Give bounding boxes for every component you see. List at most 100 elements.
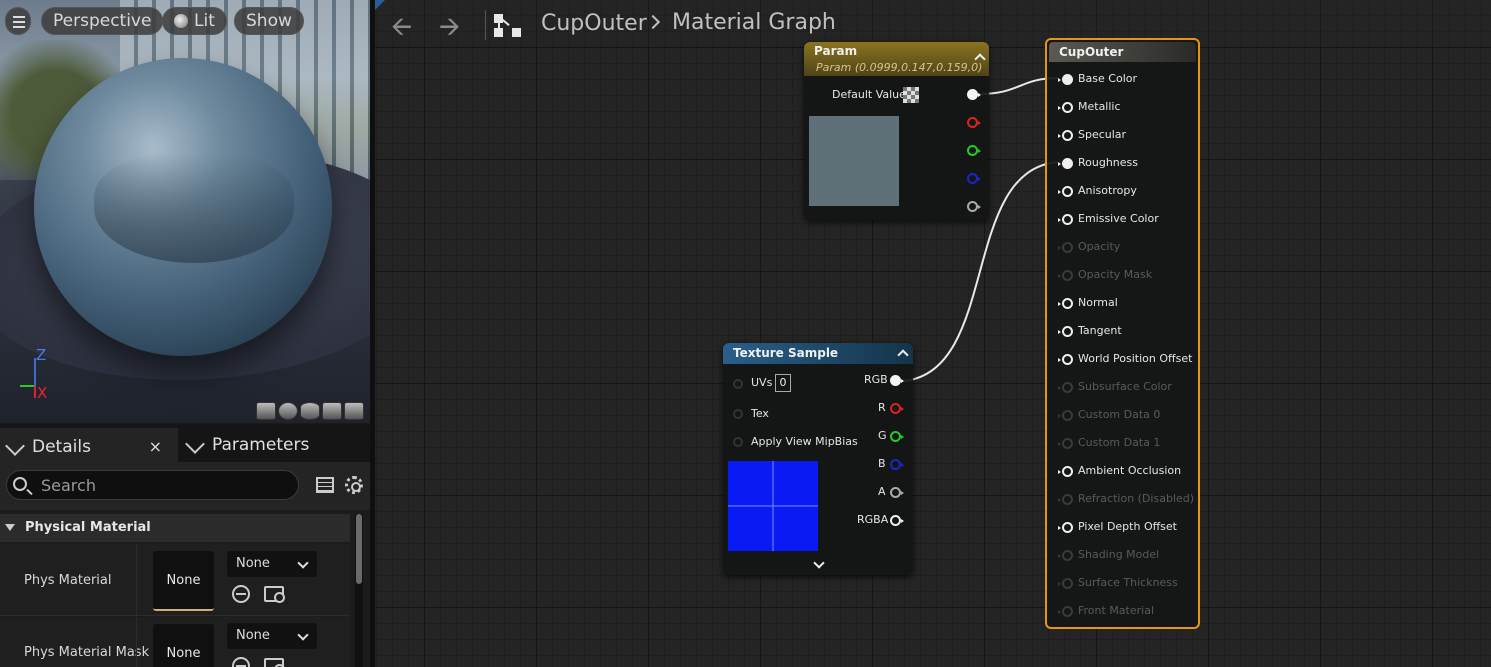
panel-tabbar: Details × Parameters xyxy=(0,424,370,462)
output-label-rgba: RGBA xyxy=(857,513,889,526)
input-pin-label: Refraction (Disabled) xyxy=(1078,492,1195,505)
output-pin-a[interactable] xyxy=(967,201,981,212)
breadcrumb-graph: Material Graph xyxy=(672,10,836,35)
preview-viewport[interactable]: Perspective Lit Show Z X xyxy=(0,0,370,423)
input-label-uvs: UVs xyxy=(751,376,773,389)
lit-button-label: Lit xyxy=(194,11,215,31)
pencil-icon xyxy=(185,434,205,454)
output-pin-r[interactable] xyxy=(967,117,981,128)
show-button[interactable]: Show xyxy=(234,7,304,35)
perspective-button[interactable]: Perspective xyxy=(41,7,164,35)
param-color-preview xyxy=(809,116,899,206)
output-pin-g[interactable] xyxy=(890,431,904,442)
input-pin-label: Shading Model xyxy=(1078,548,1160,561)
param-node-header[interactable]: Param Param (0.0999,0.147,0.159,0) xyxy=(804,42,989,76)
texture-sample-header[interactable]: Texture Sample xyxy=(723,343,913,364)
input-pin[interactable] xyxy=(1058,74,1073,85)
asset-picker-combo[interactable]: None xyxy=(227,551,317,577)
output-pin-b[interactable] xyxy=(890,459,904,470)
input-pin[interactable] xyxy=(1058,242,1073,253)
asset-thumbnail[interactable]: None xyxy=(153,551,214,611)
combo-value: None xyxy=(236,556,270,571)
output-label-g: G xyxy=(878,429,887,442)
input-pin[interactable] xyxy=(1058,382,1073,393)
close-icon[interactable]: × xyxy=(149,430,162,464)
column-divider[interactable] xyxy=(136,544,137,615)
collapse-arrow-icon xyxy=(5,524,15,531)
uvs-index-field[interactable]: 0 xyxy=(775,374,791,392)
collapse-icon[interactable] xyxy=(897,349,909,361)
cupouter-header[interactable]: CupOuter xyxy=(1049,42,1196,62)
asset-thumbnail[interactable]: None xyxy=(153,624,214,667)
param-node-title: Param xyxy=(814,44,858,58)
input-pin[interactable] xyxy=(1058,606,1073,617)
lit-button[interactable]: Lit xyxy=(162,7,227,35)
browse-asset-icon[interactable] xyxy=(264,658,285,667)
cupouter-title: CupOuter xyxy=(1059,45,1124,59)
output-pin-a[interactable] xyxy=(890,487,904,498)
input-pin[interactable] xyxy=(1058,550,1073,561)
gear-icon[interactable] xyxy=(345,476,363,494)
input-pin-tex[interactable] xyxy=(733,409,743,419)
input-pin-label: Emissive Color xyxy=(1078,212,1159,225)
input-pin[interactable] xyxy=(1058,494,1073,505)
search-input[interactable] xyxy=(41,474,291,496)
cupouter-result-node[interactable]: CupOuter Base Color Metallic Specular Rough… xyxy=(1045,38,1200,629)
expand-chevron-icon[interactable] xyxy=(813,557,825,569)
scrollbar-thumb[interactable] xyxy=(356,514,362,584)
input-pin-uvs[interactable] xyxy=(733,379,743,389)
material-graph-icon xyxy=(494,14,524,38)
input-pin[interactable] xyxy=(1058,186,1073,197)
tab-details[interactable]: Details × xyxy=(0,428,178,462)
output-pin-rgba[interactable] xyxy=(890,515,904,526)
output-pin-rgb[interactable] xyxy=(890,375,904,386)
chevron-down-icon xyxy=(297,629,309,641)
details-scrollbar[interactable] xyxy=(355,514,363,667)
tab-parameters[interactable]: Parameters xyxy=(185,428,309,462)
table-view-icon[interactable] xyxy=(316,477,334,493)
cube-icon[interactable] xyxy=(322,402,342,420)
checker-swatch-icon[interactable] xyxy=(903,87,919,103)
search-box[interactable] xyxy=(6,470,299,500)
asset-picker-combo[interactable]: None xyxy=(227,623,317,649)
material-editor: Perspective Lit Show Z X Details × Param… xyxy=(0,0,1491,667)
input-pin[interactable] xyxy=(1058,102,1073,113)
output-pin-rgba[interactable] xyxy=(967,89,981,100)
category-physical-material[interactable]: Physical Material xyxy=(0,514,350,542)
input-pin[interactable] xyxy=(1058,438,1073,449)
input-pin[interactable] xyxy=(1058,466,1073,477)
input-pin[interactable] xyxy=(1058,158,1073,169)
input-pin[interactable] xyxy=(1058,522,1073,533)
cylinder-icon[interactable] xyxy=(256,402,276,420)
breadcrumb-asset[interactable]: CupOuter xyxy=(541,11,647,36)
input-pin-label: Roughness xyxy=(1078,156,1139,169)
input-pin[interactable] xyxy=(1058,326,1073,337)
back-arrow-icon[interactable]: 🡨 xyxy=(391,8,412,52)
input-pin[interactable] xyxy=(1058,214,1073,225)
input-pin-label: Custom Data 1 xyxy=(1078,436,1161,449)
sphere-icon[interactable] xyxy=(278,402,298,420)
input-pin[interactable] xyxy=(1058,410,1073,421)
input-pin-mipbias[interactable] xyxy=(733,437,743,447)
plane-icon[interactable] xyxy=(300,402,320,420)
forward-arrow-icon[interactable]: 🡪 xyxy=(439,8,460,52)
input-pin[interactable] xyxy=(1058,578,1073,589)
input-pin[interactable] xyxy=(1058,130,1073,141)
input-pin[interactable] xyxy=(1058,354,1073,365)
input-pin[interactable] xyxy=(1058,298,1073,309)
viewport-menu-button[interactable] xyxy=(5,7,31,35)
param-node[interactable]: Param Param (0.0999,0.147,0.159,0) Defau… xyxy=(804,42,989,220)
hamburger-icon-line xyxy=(13,26,25,28)
output-pin-g[interactable] xyxy=(967,145,981,156)
use-selected-icon[interactable] xyxy=(232,657,250,667)
input-pin-label: Base Color xyxy=(1078,72,1138,85)
column-divider[interactable] xyxy=(136,617,137,667)
texture-sample-node[interactable]: Texture Sample UVs 0 Tex Apply View MipB… xyxy=(723,343,913,575)
browse-asset-icon[interactable] xyxy=(264,586,285,603)
mesh-icon[interactable] xyxy=(344,402,364,420)
input-pin[interactable] xyxy=(1058,270,1073,281)
output-pin-b[interactable] xyxy=(967,173,981,184)
output-pin-r[interactable] xyxy=(890,403,904,414)
input-pin-label: Tangent xyxy=(1078,324,1122,337)
use-selected-icon[interactable] xyxy=(232,585,250,603)
